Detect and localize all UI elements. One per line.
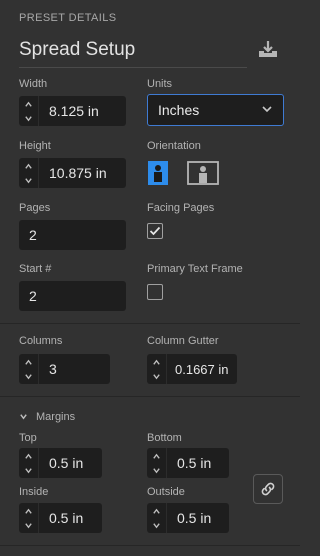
margin-inside-field[interactable]: 0.5 in [19, 503, 102, 533]
chevron-up-icon[interactable] [152, 355, 161, 369]
columns-label: Columns [19, 335, 63, 347]
pages-field[interactable]: 2 [19, 220, 126, 250]
divider [0, 396, 300, 397]
landscape-icon [187, 161, 219, 185]
margins-label: Margins [36, 411, 76, 423]
chevron-down-icon[interactable] [24, 518, 33, 532]
portrait-icon [148, 161, 168, 185]
link-icon [261, 482, 275, 496]
margin-top-value: 0.5 in [49, 455, 84, 471]
margin-bottom-stepper[interactable] [147, 448, 167, 478]
chevron-down-icon[interactable] [24, 111, 33, 125]
height-label: Height [19, 140, 51, 152]
width-value: 8.125 in [49, 103, 99, 119]
chevron-down-icon[interactable] [152, 518, 161, 532]
chevron-down-icon [19, 408, 28, 426]
checkmark-icon [149, 226, 161, 236]
width-stepper[interactable] [19, 96, 39, 126]
chevron-down-icon[interactable] [152, 463, 161, 477]
chevron-up-icon[interactable] [24, 449, 33, 463]
chevron-up-icon[interactable] [24, 504, 33, 518]
start-number-field[interactable]: 2 [19, 281, 126, 311]
margin-inside-stepper[interactable] [19, 503, 39, 533]
start-number-value: 2 [29, 288, 37, 304]
margin-inside-label: Inside [19, 486, 49, 498]
chevron-down-icon[interactable] [152, 369, 161, 383]
divider [0, 545, 300, 546]
chevron-up-icon[interactable] [24, 355, 33, 369]
orientation-portrait-button[interactable] [147, 160, 169, 186]
facing-pages-label: Facing Pages [147, 202, 215, 214]
margin-outside-label: Outside [147, 486, 185, 498]
preset-name-input[interactable]: Spread Setup [19, 39, 247, 68]
chevron-down-icon[interactable] [24, 173, 33, 187]
primary-text-frame-checkbox[interactable] [147, 284, 163, 300]
primary-text-frame-label: Primary Text Frame [147, 263, 243, 275]
link-margins-button[interactable] [253, 474, 283, 504]
height-field[interactable]: 10.875 in [19, 158, 126, 188]
pages-label: Pages [19, 202, 51, 214]
chevron-down-icon[interactable] [24, 369, 33, 383]
margin-top-stepper[interactable] [19, 448, 39, 478]
margin-bottom-field[interactable]: 0.5 in [147, 448, 229, 478]
divider [0, 323, 300, 324]
width-label: Width [19, 78, 48, 90]
margin-top-field[interactable]: 0.5 in [19, 448, 102, 478]
units-label: Units [147, 78, 173, 90]
pages-value: 2 [29, 227, 37, 243]
margin-outside-value: 0.5 in [177, 510, 212, 526]
margin-outside-stepper[interactable] [147, 503, 167, 533]
column-gutter-stepper[interactable] [147, 354, 167, 384]
margin-inside-value: 0.5 in [49, 510, 84, 526]
height-stepper[interactable] [19, 158, 39, 188]
facing-pages-checkbox[interactable] [147, 223, 163, 239]
columns-value: 3 [49, 361, 57, 377]
chevron-up-icon[interactable] [152, 449, 161, 463]
columns-stepper[interactable] [19, 354, 39, 384]
column-gutter-field[interactable]: 0.1667 in [147, 354, 237, 384]
section-title: PRESET DETAILS [19, 12, 117, 24]
start-number-label: Start # [19, 263, 52, 275]
orientation-landscape-button[interactable] [187, 160, 219, 186]
margin-bottom-value: 0.5 in [177, 455, 212, 471]
chevron-up-icon[interactable] [152, 504, 161, 518]
chevron-down-icon [261, 102, 273, 118]
margin-top-label: Top [19, 432, 37, 444]
width-field[interactable]: 8.125 in [19, 96, 126, 126]
units-value: Inches [158, 102, 200, 118]
column-gutter-label: Column Gutter [147, 335, 219, 347]
margin-outside-field[interactable]: 0.5 in [147, 503, 229, 533]
units-dropdown[interactable]: Inches [147, 94, 284, 126]
margins-toggle[interactable]: Margins [19, 408, 75, 426]
chevron-up-icon[interactable] [24, 159, 33, 173]
margin-bottom-label: Bottom [147, 432, 182, 444]
chevron-down-icon[interactable] [24, 463, 33, 477]
height-value: 10.875 in [49, 165, 107, 181]
save-preset-icon[interactable] [256, 39, 280, 61]
columns-field[interactable]: 3 [19, 354, 110, 384]
chevron-up-icon[interactable] [24, 97, 33, 111]
column-gutter-value: 0.1667 in [175, 361, 229, 377]
orientation-label: Orientation [147, 140, 201, 152]
